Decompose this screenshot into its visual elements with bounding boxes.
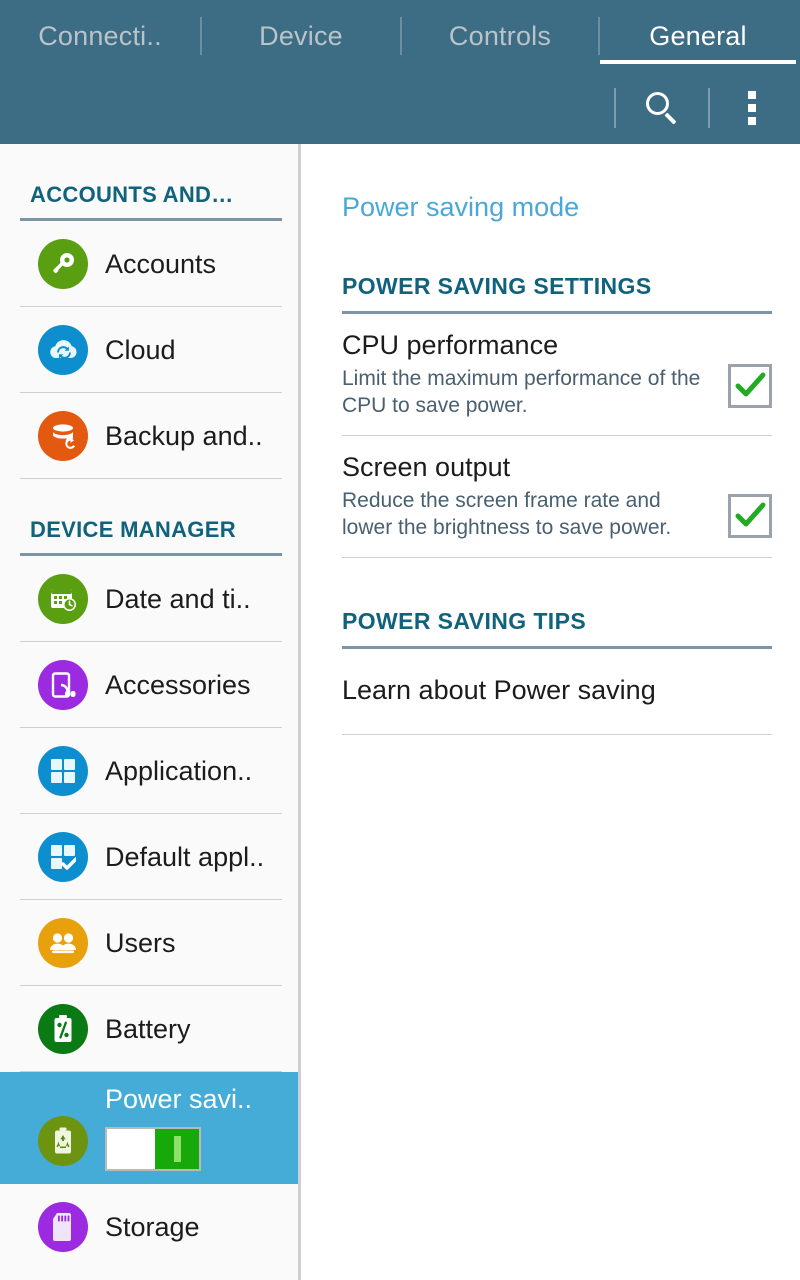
sidebar-section-title: DEVICE MANAGER — [30, 517, 236, 542]
settings-sidebar[interactable]: ACCOUNTS AND… Accounts Cloud Backup and.… — [0, 144, 301, 1280]
tab-connections[interactable]: Connecti.. — [0, 0, 200, 72]
sidebar-item-label: Application.. — [105, 755, 253, 786]
sidebar-item-application-manager[interactable]: Application.. — [0, 728, 298, 814]
sidebar-item-label: Users — [105, 927, 176, 958]
sidebar-item-accounts[interactable]: Accounts — [0, 221, 298, 307]
top-app-bar: Connecti.. Device Controls General — [0, 0, 800, 144]
tab-bar: Connecti.. Device Controls General — [0, 0, 800, 72]
screen-output-checkbox[interactable] — [728, 494, 772, 538]
overflow-menu-button[interactable] — [732, 84, 780, 132]
overflow-menu-icon — [748, 91, 756, 125]
sidebar-item-label: Backup and.. — [105, 420, 263, 451]
content-section-header-power-saving-tips: POWER SAVING TIPS — [342, 558, 772, 635]
sidebar-item-label: Date and ti.. — [105, 583, 251, 614]
sidebar-section-header-device-manager: DEVICE MANAGER — [0, 479, 298, 543]
tab-label: Controls — [448, 20, 552, 51]
toggle-knob — [107, 1129, 155, 1169]
sidebar-item-accessories[interactable]: Accessories — [0, 642, 298, 728]
preference-title: CPU performance — [342, 330, 559, 360]
tab-general[interactable]: General — [600, 0, 796, 72]
check-icon — [735, 502, 766, 527]
toggle-track — [155, 1129, 199, 1169]
search-icon — [645, 91, 679, 125]
tip-learn-about-power-saving[interactable]: Learn about Power saving — [342, 649, 772, 735]
tab-label: Connecti.. — [38, 20, 162, 51]
sidebar-item-date-and-time[interactable]: Date and ti.. — [0, 556, 298, 642]
content-section-header-power-saving-settings: POWER SAVING SETTINGS — [342, 223, 772, 300]
sidebar-item-battery[interactable]: Battery — [0, 986, 298, 1072]
sd-card-icon — [38, 1202, 88, 1252]
preference-screen-output[interactable]: Screen output Reduce the screen frame ra… — [342, 436, 772, 558]
check-icon — [735, 372, 766, 397]
power-saving-recycle-battery-icon — [38, 1116, 88, 1166]
tab-device[interactable]: Device — [202, 0, 400, 72]
users-icon — [38, 918, 88, 968]
tab-label: General — [649, 20, 747, 51]
sidebar-item-label: Storage — [105, 1211, 200, 1242]
tab-controls[interactable]: Controls — [402, 0, 598, 72]
preference-summary: Limit the maximum performance of the CPU… — [342, 367, 701, 417]
cpu-performance-checkbox[interactable] — [728, 364, 772, 408]
battery-percent-icon — [38, 1004, 88, 1054]
content-section-title: POWER SAVING TIPS — [342, 608, 587, 634]
sidebar-item-label: Power savi.. — [105, 1084, 253, 1114]
action-separator — [614, 88, 616, 128]
page-title: Power saving mode — [342, 192, 580, 222]
sidebar-item-users[interactable]: Users — [0, 900, 298, 986]
tab-underline — [600, 60, 796, 64]
preference-title: Screen output — [342, 452, 511, 482]
content-panel: Power saving mode POWER SAVING SETTINGS … — [301, 144, 800, 1280]
sidebar-item-default-applications[interactable]: Default appl.. — [0, 814, 298, 900]
accessories-headset-icon — [38, 660, 88, 710]
sidebar-item-label: Cloud — [105, 334, 176, 365]
calendar-clock-icon — [38, 574, 88, 624]
action-bar — [0, 72, 800, 144]
settings-screen: Connecti.. Device Controls General ACCOU… — [0, 0, 800, 1280]
search-button[interactable] — [638, 84, 686, 132]
sidebar-item-cloud[interactable]: Cloud — [0, 307, 298, 393]
preference-cpu-performance[interactable]: CPU performance Limit the maximum perfor… — [342, 314, 772, 436]
action-separator — [708, 88, 710, 128]
row-divider — [20, 478, 282, 479]
power-saving-toggle[interactable] — [105, 1127, 201, 1171]
sidebar-section-header-accounts: ACCOUNTS AND… — [0, 144, 298, 208]
sidebar-item-storage[interactable]: Storage — [0, 1184, 298, 1270]
sidebar-item-label: Battery — [105, 1013, 191, 1044]
preference-summary: Reduce the screen frame rate and lower t… — [342, 489, 672, 539]
sidebar-item-backup-and-reset[interactable]: Backup and.. — [0, 393, 298, 479]
sidebar-section-title: ACCOUNTS AND… — [30, 182, 234, 207]
backup-reset-icon — [38, 411, 88, 461]
key-icon — [38, 239, 88, 289]
sidebar-item-label: Default appl.. — [105, 841, 265, 872]
sidebar-item-power-saving[interactable]: Power savi.. — [0, 1072, 298, 1184]
cloud-sync-icon — [38, 325, 88, 375]
application-grid-icon — [38, 746, 88, 796]
default-application-check-icon — [38, 832, 88, 882]
sidebar-item-label: Accounts — [105, 248, 217, 279]
content-section-title: POWER SAVING SETTINGS — [342, 273, 652, 299]
tab-label: Device — [259, 20, 343, 51]
sidebar-item-label: Accessories — [105, 669, 251, 700]
tip-label: Learn about Power saving — [342, 675, 656, 705]
